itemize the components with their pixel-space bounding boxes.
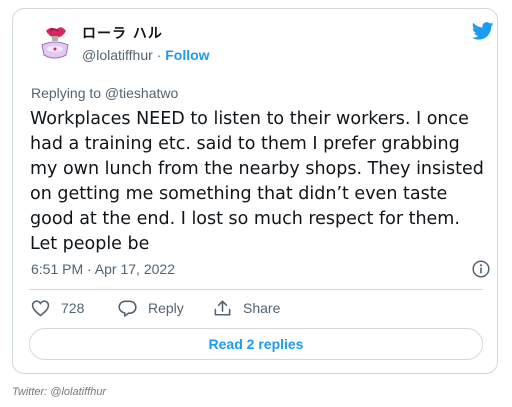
separator-dot: · xyxy=(152,47,166,63)
divider xyxy=(29,289,483,290)
tweet-card: ローラ ハル @lolatiffhur · Follow Replying to… xyxy=(12,8,498,374)
handle-row: @lolatiffhur · Follow xyxy=(82,47,210,63)
timestamp[interactable]: 6:51 PM · Apr 17, 2022 xyxy=(31,261,175,277)
like-count: 728 xyxy=(61,300,85,316)
image-credit: Twitter: @lolatiffhur xyxy=(12,386,107,398)
share-label: Share xyxy=(243,300,281,316)
author-name[interactable]: ローラ ハル xyxy=(82,23,163,43)
perfume-bottle-avatar-image xyxy=(32,19,78,65)
share-icon xyxy=(214,300,231,316)
tweet-text: Workplaces NEED to listen to their worke… xyxy=(30,109,484,254)
avatar[interactable] xyxy=(32,19,78,65)
share-button[interactable]: Share xyxy=(213,299,280,317)
read-replies-button[interactable]: Read 2 replies xyxy=(29,328,483,360)
replying-to[interactable]: Replying to @tieshatwo xyxy=(31,85,178,101)
follow-link[interactable]: Follow xyxy=(165,47,209,63)
reply-button[interactable]: Reply xyxy=(118,299,184,317)
twitter-bird-icon[interactable] xyxy=(472,22,494,40)
like-button[interactable]: 728 xyxy=(31,299,84,317)
info-icon[interactable] xyxy=(472,260,490,278)
reply-label: Reply xyxy=(148,300,184,316)
reply-bubble-icon xyxy=(118,300,137,317)
author-handle[interactable]: @lolatiffhur xyxy=(82,47,153,63)
heart-icon xyxy=(31,300,50,317)
